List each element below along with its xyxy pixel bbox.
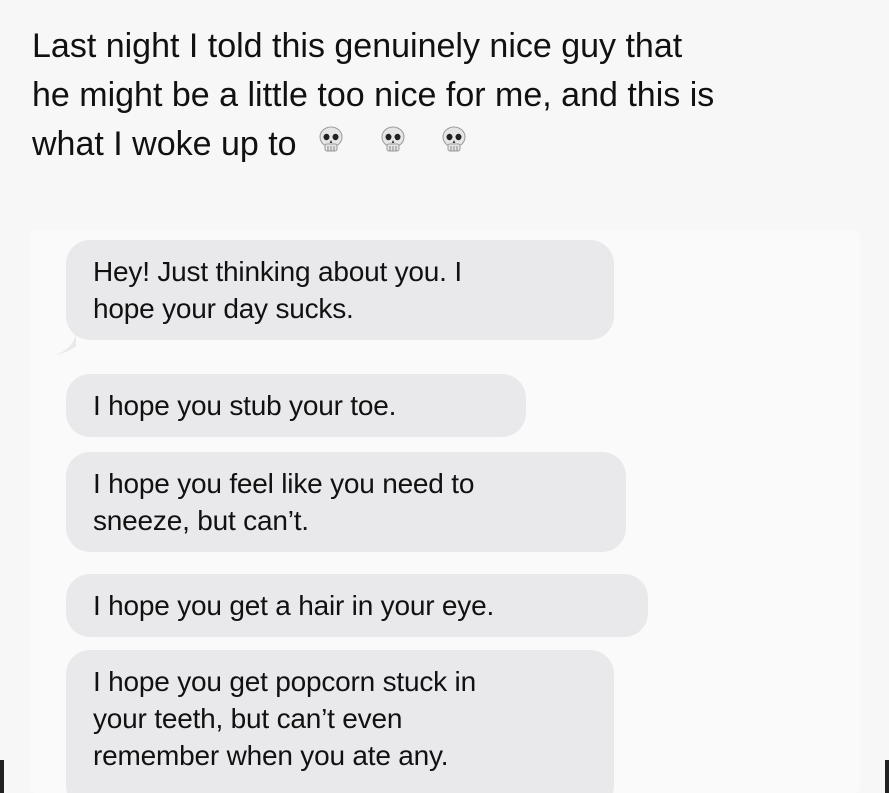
message-line: hope your day sucks. [93, 293, 354, 324]
message-line: I hope you get popcorn stuck in [93, 666, 476, 697]
bubble-tail [54, 334, 76, 355]
message-line: I hope you feel like you need to [93, 468, 475, 499]
right-edge-shadow [885, 760, 889, 793]
caption-line-3: what I woke up to [32, 120, 862, 171]
message-line: your teeth, but can’t even [93, 703, 403, 734]
message-bubble: I hope you get popcorn stuck in your tee… [66, 650, 614, 793]
message-line: Hey! Just thinking about you. I [93, 256, 462, 287]
message-line: I hope you stub your toe. [93, 390, 397, 421]
message-bubble: I hope you get a hair in your eye. [66, 574, 648, 637]
message-bubble: I hope you feel like you need to sneeze,… [66, 452, 626, 552]
message-screenshot: Hey! Just thinking about you. I hope you… [30, 230, 860, 793]
message-line: I hope you get a hair in your eye. [93, 590, 495, 621]
caption-line-1: Last night I told this genuinely nice gu… [32, 27, 683, 65]
message-line: sneeze, but can’t. [93, 505, 309, 536]
message-bubble: I hope you stub your toe. [66, 374, 526, 437]
skull-icon [316, 120, 346, 152]
post-caption: Last night I told this genuinely nice gu… [32, 22, 862, 171]
message-line: remember when you ate any. [93, 740, 449, 771]
skull-emoji-group [316, 122, 491, 171]
skull-icon [439, 120, 469, 152]
caption-line-2: he might be a little too nice for me, an… [32, 76, 715, 114]
skull-icon [378, 120, 408, 152]
caption-line-3-text: what I woke up to [32, 125, 297, 163]
message-bubble: Hey! Just thinking about you. I hope you… [66, 240, 614, 340]
left-edge-shadow [0, 760, 4, 793]
